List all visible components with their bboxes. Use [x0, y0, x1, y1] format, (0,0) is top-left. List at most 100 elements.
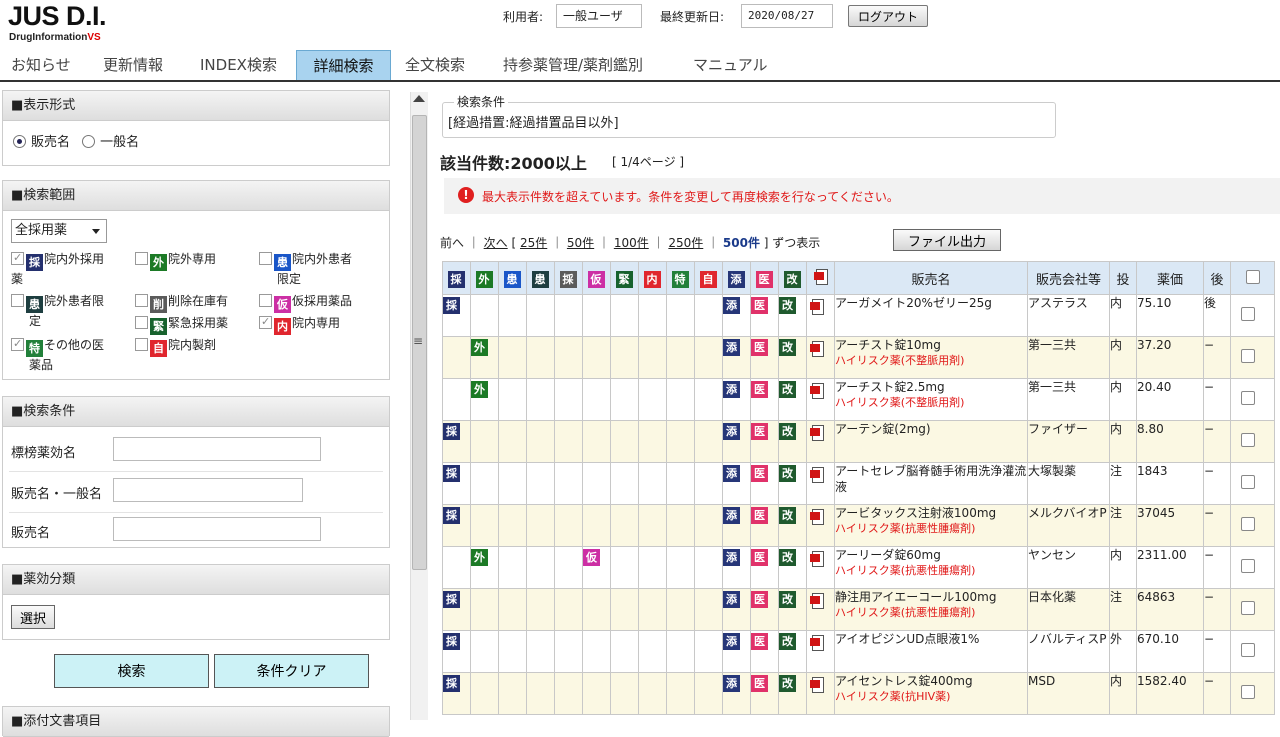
category-badge[interactable]: 改 — [779, 465, 796, 482]
page-size-250[interactable]: 250件 — [668, 236, 703, 250]
page-size-100[interactable]: 100件 — [614, 236, 649, 250]
category-badge[interactable]: 添 — [723, 465, 740, 482]
category-badge[interactable]: 改 — [779, 507, 796, 524]
table-row[interactable]: 採添医改アービタックス注射液100mg ハイリスク薬(抗悪性腫瘍剤) メルクバイオP… — [442, 504, 1275, 547]
tab-index-search[interactable]: INDEX検索 — [192, 50, 285, 80]
file-export-button[interactable]: ファイル出力 — [893, 229, 1001, 251]
pdf-icon[interactable] — [810, 677, 826, 695]
pdf-icon[interactable] — [810, 341, 826, 359]
row-checkbox[interactable] — [1241, 433, 1255, 447]
drug-name[interactable]: アービタックス注射液100mg — [835, 505, 1027, 521]
drug-name-cell[interactable]: アーチスト錠2.5mg ハイリスク薬(不整脈用剤) — [834, 378, 1028, 421]
row-checkbox[interactable] — [1241, 475, 1255, 489]
tab-notices[interactable]: お知らせ — [3, 50, 79, 80]
row-checkbox[interactable] — [1241, 307, 1255, 321]
select-all-checkbox[interactable] — [1245, 270, 1260, 284]
splitter-grip-icon[interactable]: ≡ — [413, 334, 423, 348]
page-size-500[interactable]: 500件 — [723, 236, 760, 250]
name-generic-input[interactable] — [113, 478, 303, 502]
next-page-link[interactable]: 次へ — [484, 236, 508, 250]
category-badge[interactable]: 医 — [751, 507, 768, 524]
scope-check-inside-only[interactable]: 内院内専用 — [259, 314, 340, 335]
drug-name[interactable]: アーチスト錠10mg — [835, 337, 1027, 353]
page-size-25[interactable]: 25件 — [520, 236, 547, 250]
table-row[interactable]: 外仮添医改アーリーダ錠60mg ハイリスク薬(抗悪性腫瘍剤) ヤンセン内 2311.0… — [442, 546, 1275, 589]
category-badge[interactable]: 改 — [779, 423, 796, 440]
scope-check-hospital-adopted[interactable]: 採院内外採用薬 — [11, 250, 104, 287]
scroll-up-arrow-icon[interactable] — [413, 95, 425, 102]
tab-fulltext-search[interactable]: 全文検索 — [397, 50, 473, 80]
drug-name-cell[interactable]: アイセントレス錠400mg ハイリスク薬(抗HIV薬) — [834, 672, 1028, 715]
col-header-badge[interactable]: 外 — [470, 261, 499, 295]
scope-check-other-drugs[interactable]: 特その他の医薬品 — [11, 336, 104, 373]
drug-name-cell[interactable]: アーガメイト20%ゼリー25g — [834, 294, 1028, 337]
row-checkbox[interactable] — [1241, 643, 1255, 657]
table-row[interactable]: 採 添医改 アーガメイト20%ゼリー25g アステラス内 75.10 後 — [442, 294, 1275, 337]
category-badge[interactable]: 医 — [751, 339, 768, 356]
drug-name-cell[interactable]: アーテン錠(2mg) — [834, 420, 1028, 463]
row-checkbox[interactable] — [1241, 391, 1255, 405]
clear-conditions-button[interactable]: 条件クリア — [214, 654, 369, 688]
pdf-icon[interactable] — [810, 383, 826, 401]
scope-check-hospital-made[interactable]: 自院内製剤 — [135, 337, 216, 357]
tab-updates[interactable]: 更新情報 — [95, 50, 171, 80]
col-header-badge[interactable]: 改 — [778, 261, 807, 295]
category-badge[interactable]: 医 — [751, 675, 768, 692]
table-row[interactable]: 採 添医改 アーテン錠(2mg) ファイザー内 8.80− — [442, 420, 1275, 463]
drug-name[interactable]: アーチスト錠2.5mg — [835, 379, 1027, 395]
category-badge[interactable]: 医 — [751, 591, 768, 608]
row-checkbox[interactable] — [1241, 517, 1255, 531]
category-badge[interactable]: 改 — [779, 549, 796, 566]
scope-check-outside-patient-limited[interactable]: 患院外患者限定 — [11, 293, 104, 329]
table-row[interactable]: 採添医改静注用アイエーコール100mg ハイリスク薬(抗悪性腫瘍剤) 日本化薬注 64… — [442, 588, 1275, 631]
scope-check-emergency[interactable]: 緊緊急採用薬 — [135, 315, 228, 335]
row-checkbox[interactable] — [1241, 559, 1255, 573]
scope-check-deleted-stock[interactable]: 削削除在庫有 — [135, 293, 228, 313]
category-badge[interactable]: 添 — [723, 297, 740, 314]
page-size-50[interactable]: 50件 — [567, 236, 594, 250]
drug-name[interactable]: アーガメイト20%ゼリー25g — [835, 295, 1027, 311]
category-badge[interactable]: 添 — [723, 507, 740, 524]
pdf-icon[interactable] — [810, 425, 826, 443]
col-header-badge[interactable]: 内 — [638, 261, 667, 295]
col-header-badge[interactable]: 採 — [442, 261, 471, 295]
tab-detail-search[interactable]: 詳細検索 — [296, 50, 391, 80]
tab-manual[interactable]: マニュアル — [685, 50, 776, 80]
radio-generic-name[interactable]: 一般名 — [82, 135, 139, 150]
pdf-icon[interactable] — [814, 269, 830, 287]
drug-name-cell[interactable]: 静注用アイエーコール100mg ハイリスク薬(抗悪性腫瘍剤) — [834, 588, 1028, 631]
scope-select[interactable]: 全採用薬 — [11, 219, 107, 243]
category-badge[interactable]: 医 — [751, 381, 768, 398]
category-badge[interactable]: 添 — [723, 549, 740, 566]
row-checkbox[interactable] — [1241, 685, 1255, 699]
col-header-badge[interactable]: 特 — [666, 261, 695, 295]
sales-name-input[interactable] — [113, 517, 321, 541]
col-header-company[interactable]: 販売会社等 — [1027, 261, 1110, 295]
table-row[interactable]: 外添医改アーチスト錠10mg ハイリスク薬(不整脈用剤) 第一三共内 37.20− — [442, 336, 1275, 379]
col-header-badge[interactable]: 患 — [526, 261, 555, 295]
efficacy-select-button[interactable]: 選択 — [11, 605, 55, 629]
pdf-icon[interactable] — [810, 509, 826, 527]
logout-button[interactable]: ログアウト — [848, 5, 928, 27]
category-badge[interactable]: 改 — [779, 381, 796, 398]
category-badge[interactable]: 添 — [723, 423, 740, 440]
drug-name[interactable]: アーリーダ錠60mg — [835, 547, 1027, 563]
category-badge[interactable]: 改 — [779, 633, 796, 650]
category-badge[interactable]: 医 — [751, 465, 768, 482]
table-row[interactable]: 採 添医改 アートセレブ脳脊髄手術用洗浄灌流液 大塚製薬注 1843− — [442, 462, 1275, 505]
table-row[interactable]: 採添医改アイセントレス錠400mg ハイリスク薬(抗HIV薬) MSD 内 1582.4… — [442, 672, 1275, 715]
prev-page-link[interactable]: 前へ — [440, 236, 464, 250]
pdf-icon[interactable] — [810, 551, 826, 569]
table-row[interactable]: 採 添医改 アイオピジンUD点眼液1% ノバルティスP 外 670.10− — [442, 630, 1275, 673]
col-header-badge[interactable]: 医 — [750, 261, 779, 295]
drug-name-cell[interactable]: アービタックス注射液100mg ハイリスク薬(抗悪性腫瘍剤) — [834, 504, 1028, 547]
tab-brought-drugs[interactable]: 持参薬管理/薬剤鑑別 — [495, 50, 651, 80]
row-checkbox[interactable] — [1241, 349, 1255, 363]
drug-name-cell[interactable]: アイオピジンUD点眼液1% — [834, 630, 1028, 673]
category-badge[interactable]: 改 — [779, 675, 796, 692]
category-badge[interactable]: 改 — [779, 297, 796, 314]
pdf-icon[interactable] — [810, 593, 826, 611]
scope-check-provisional[interactable]: 仮仮採用薬品 — [259, 293, 352, 313]
efficacy-name-input[interactable] — [113, 437, 321, 461]
pdf-icon[interactable] — [810, 467, 826, 485]
